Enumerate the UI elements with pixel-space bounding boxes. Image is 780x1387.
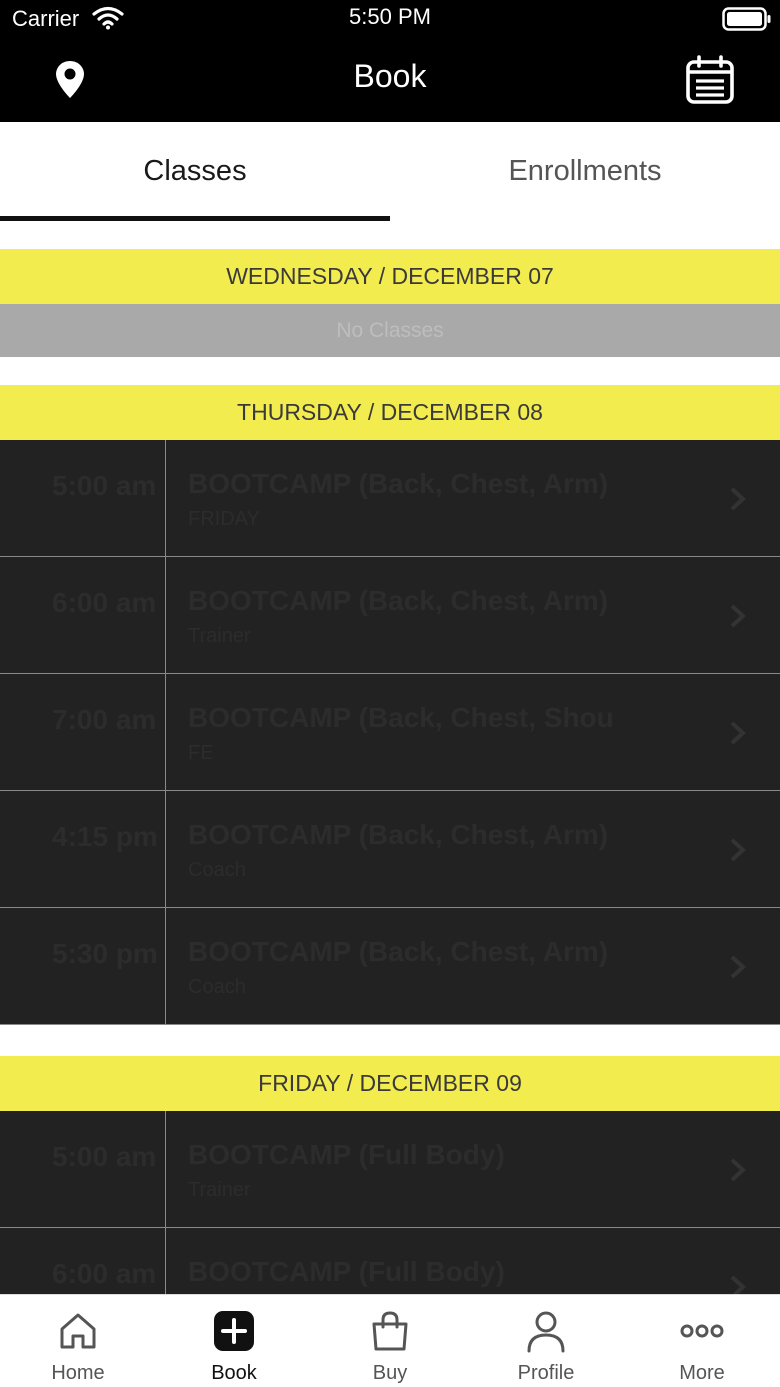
class-instructor: Trainer (188, 1179, 251, 1201)
class-instructor: Coach (188, 859, 246, 881)
nav-bar: Book (0, 40, 780, 122)
home-icon (60, 1313, 96, 1349)
bottom-tab-label: Buy (372, 1362, 408, 1384)
class-time: 5:00 am (0, 1111, 166, 1227)
calendar-list-icon[interactable] (684, 54, 736, 106)
status-time: 5:50 PM (349, 4, 431, 29)
class-instructor: FE (188, 742, 214, 764)
chevron-right-icon (730, 955, 746, 979)
class-time: 7:00 am (0, 674, 166, 790)
plus-square-icon (214, 1311, 254, 1351)
bottom-tab-home[interactable]: Home (0, 1295, 156, 1387)
day-header-friday: FRIDAY / DECEMBER 09 (0, 1056, 780, 1111)
chevron-right-icon (730, 487, 746, 511)
class-row[interactable]: 5:00 am BOOTCAMP (Back, Chest, Arm) FRID… (0, 440, 780, 557)
chevron-right-icon (730, 604, 746, 628)
day-header-wednesday: WEDNESDAY / DECEMBER 07 (0, 249, 780, 304)
chevron-right-icon (730, 1158, 746, 1182)
class-row[interactable]: 7:00 am BOOTCAMP (Back, Chest, Shou FE (0, 674, 780, 791)
bottom-tab-label: More (679, 1362, 725, 1384)
class-instructor: Trainer (188, 625, 251, 647)
top-header: Carrier 5:50 PM Book (0, 0, 780, 122)
class-name: BOOTCAMP (Back, Chest, Arm) (188, 468, 609, 499)
class-schedule-list[interactable]: WEDNESDAY / DECEMBER 07 No Classes THURS… (0, 222, 780, 1294)
shopping-bag-icon (372, 1311, 408, 1351)
class-name: BOOTCAMP (Back, Chest, Shou (188, 702, 614, 733)
chevron-right-icon (730, 721, 746, 745)
class-row[interactable]: 5:30 pm BOOTCAMP (Back, Chest, Arm) Coac… (0, 908, 780, 1025)
chevron-right-icon (730, 838, 746, 862)
tab-enrollments[interactable]: Enrollments (390, 122, 780, 222)
no-classes-label: No Classes (0, 304, 780, 357)
class-time: 6:00 am (0, 1228, 166, 1294)
class-name: BOOTCAMP (Full Body) (188, 1139, 505, 1170)
class-instructor: FRIDAY (188, 508, 260, 530)
class-time: 4:15 pm (0, 791, 166, 907)
bottom-tab-label: Book (211, 1362, 257, 1384)
class-row[interactable]: 6:00 am BOOTCAMP (Back, Chest, Arm) Trai… (0, 557, 780, 674)
class-name: BOOTCAMP (Full Body) (188, 1256, 505, 1287)
status-bar: Carrier 5:50 PM (0, 0, 780, 40)
active-tab-indicator (0, 216, 390, 221)
segment-tabs: Classes Enrollments (0, 122, 780, 222)
bottom-tab-buy[interactable]: Buy (312, 1295, 468, 1387)
class-name: BOOTCAMP (Back, Chest, Arm) (188, 585, 609, 616)
page-title: Book (353, 58, 427, 94)
bottom-tab-more[interactable]: More (624, 1295, 780, 1387)
person-icon (527, 1311, 565, 1353)
bottom-tab-profile[interactable]: Profile (468, 1295, 624, 1387)
class-time: 6:00 am (0, 557, 166, 673)
class-name: BOOTCAMP (Back, Chest, Arm) (188, 936, 609, 967)
class-row[interactable]: 5:00 am BOOTCAMP (Full Body) Trainer (0, 1111, 780, 1228)
tab-classes[interactable]: Classes (0, 122, 390, 222)
class-time: 5:30 pm (0, 908, 166, 1024)
class-time: 5:00 am (0, 440, 166, 556)
more-dots-icon (680, 1324, 724, 1338)
battery-icon (722, 7, 771, 31)
bottom-tab-bar: Home Book Buy Profile More (0, 1294, 780, 1387)
bottom-tab-book[interactable]: Book (156, 1295, 312, 1387)
class-row[interactable]: 6:00 am BOOTCAMP (Full Body) (0, 1228, 780, 1294)
class-name: BOOTCAMP (Back, Chest, Arm) (188, 819, 609, 850)
day-header-thursday: THURSDAY / DECEMBER 08 (0, 385, 780, 440)
class-row[interactable]: 4:15 pm BOOTCAMP (Back, Chest, Arm) Coac… (0, 791, 780, 908)
chevron-right-icon (730, 1275, 746, 1294)
bottom-tab-label: Home (51, 1362, 105, 1384)
bottom-tab-label: Profile (517, 1362, 575, 1384)
class-instructor: Coach (188, 976, 246, 998)
